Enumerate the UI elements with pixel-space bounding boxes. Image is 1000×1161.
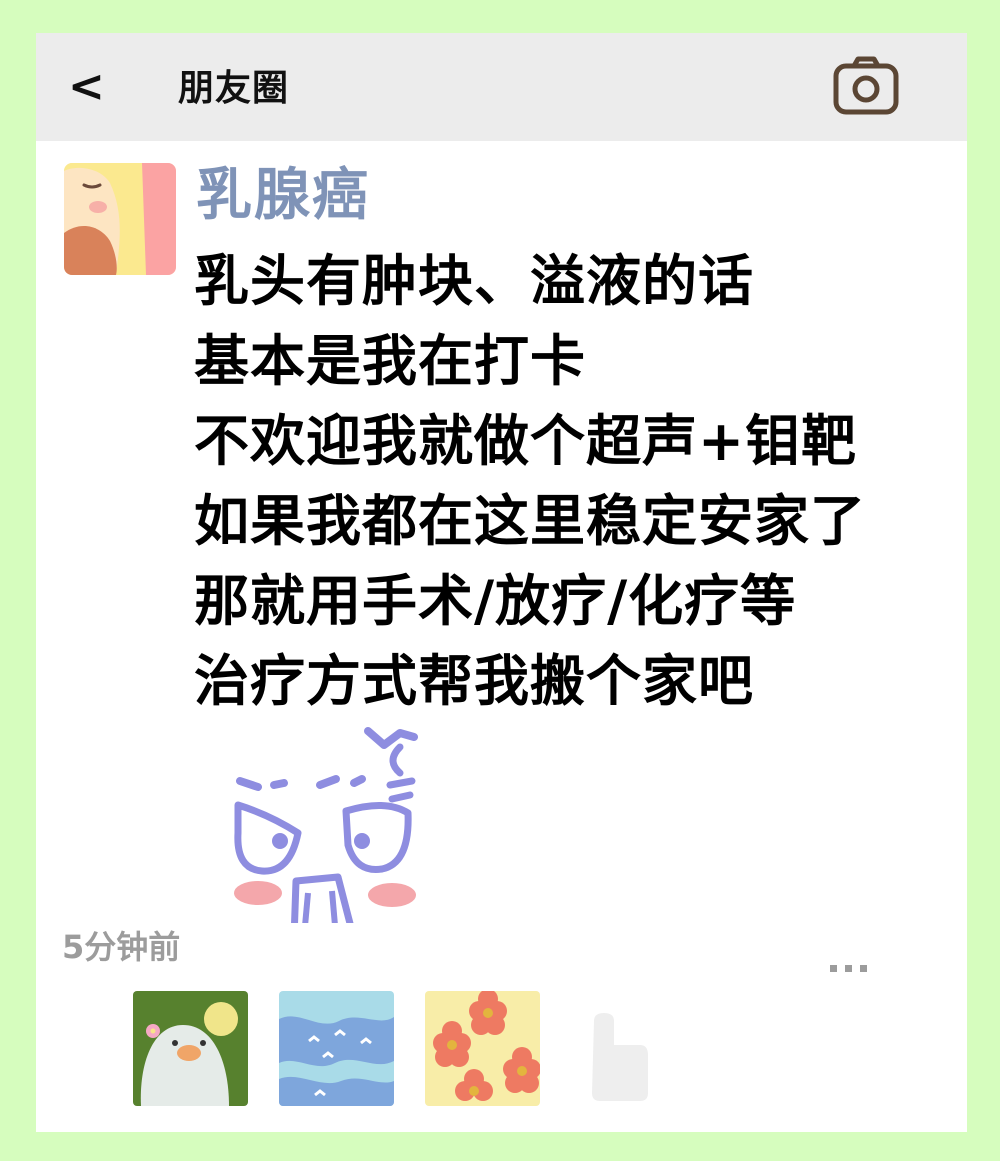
penguin-avatar[interactable] [133,991,248,1106]
camera-icon[interactable] [832,56,900,116]
post-content: 乳头有肿块、溢液的话 基本是我在打卡 不欢迎我就做个超声+钼靶 如果我都在这里稳… [194,241,954,721]
username[interactable]: 乳腺癌 [196,161,370,231]
page-title: 朋友圈 [178,68,290,109]
thumbs-up-icon[interactable] [584,1011,650,1103]
post-time: 5分钟前 [62,928,181,966]
sea-birds-avatar[interactable] [279,991,394,1106]
angry-face-sticker [186,723,446,943]
post-line: 乳头有肿块、溢液的话 [194,249,755,313]
back-button[interactable]: < [68,63,108,111]
moments-card: < 朋友圈 乳腺癌 乳头有肿块、溢液的话 基本是我在打卡 不欢迎我就做个超声+钼… [36,33,967,1132]
post-line: 基本是我在打卡 [194,329,587,393]
header-bar: < 朋友圈 [36,33,967,141]
post-line: 不欢迎我就做个超声+钼靶 [194,409,858,473]
post-line: 如果我都在这里稳定安家了 [194,489,867,553]
user-avatar[interactable] [64,163,176,275]
post-line: 治疗方式帮我搬个家吧 [194,649,755,713]
post-line: 那就用手术/放疗/化疗等 [194,569,797,633]
flowers-avatar[interactable] [425,991,540,1106]
more-dots-icon[interactable] [828,943,870,973]
